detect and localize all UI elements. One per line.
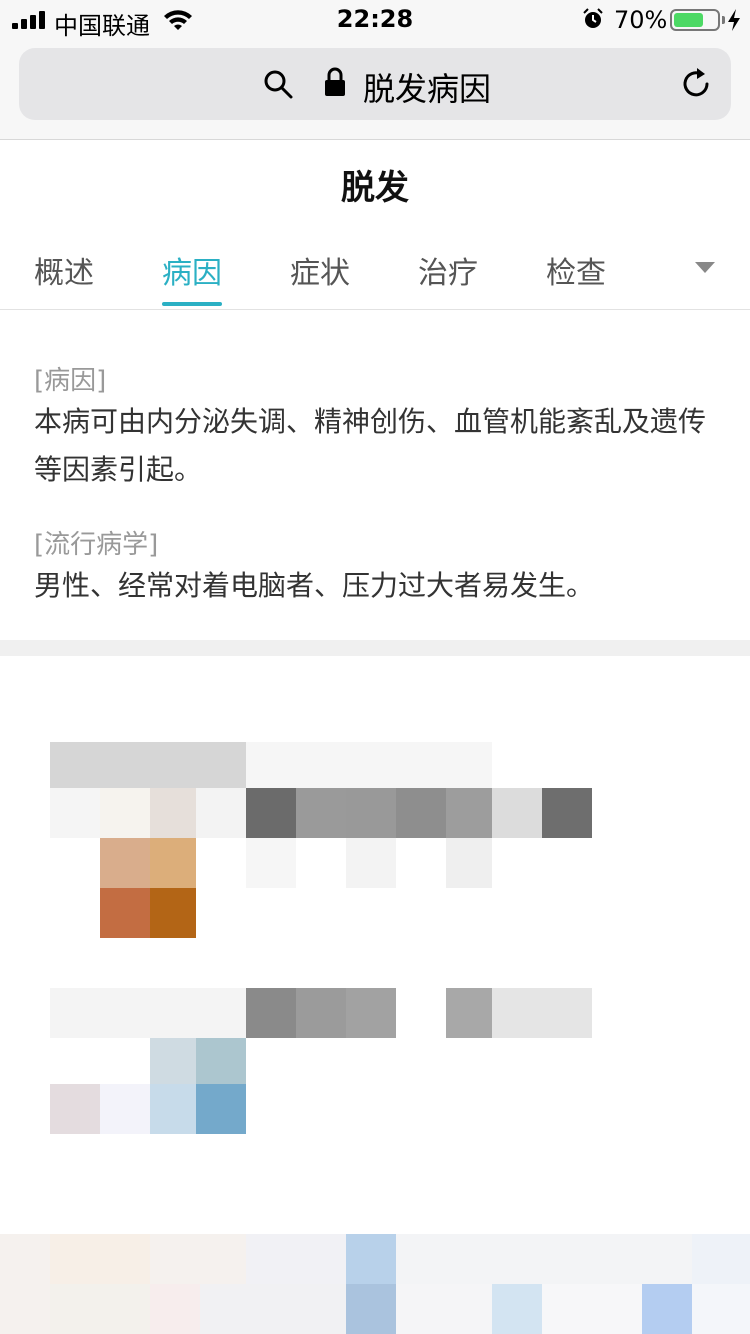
browser-toolbar: 脱发病因 [0,40,750,140]
tab-bar: 概述 病因 症状 治疗 检查 [0,230,750,310]
cause-label: [病因] [34,366,107,396]
battery-cap [722,16,725,24]
search-icon [264,70,293,99]
epidemiology-text: 男性、经常对着电脑者、压力过大者易发生。 [34,569,595,602]
url-title: 脱发病因 [363,70,492,108]
reload-icon[interactable] [679,66,715,102]
epidemiology-label: [流行病学] [34,530,159,560]
status-bar: 中国联通 22:28 70% [0,0,750,40]
tab-symptoms[interactable]: 症状 [290,248,350,308]
active-tab-indicator [162,302,222,306]
lock-icon [325,67,345,96]
alarm-icon [583,8,603,28]
battery-level [674,13,703,27]
battery-icon [670,9,720,31]
tab-examination[interactable]: 检查 [546,248,606,308]
address-bar[interactable]: 脱发病因 [19,48,731,120]
battery-percent: 70% [614,6,668,34]
tab-overview[interactable]: 概述 [34,248,94,308]
chevron-down-icon[interactable] [694,260,716,274]
tab-treatment[interactable]: 治疗 [418,248,478,308]
page-title: 脱发 [341,168,409,208]
section-divider [0,640,750,656]
tab-causes[interactable]: 病因 [162,248,222,308]
cause-text: 本病可由内分泌失调、精神创伤、血管机能紊乱及遗传等因素引起。 [34,405,707,486]
charging-icon [728,9,740,31]
